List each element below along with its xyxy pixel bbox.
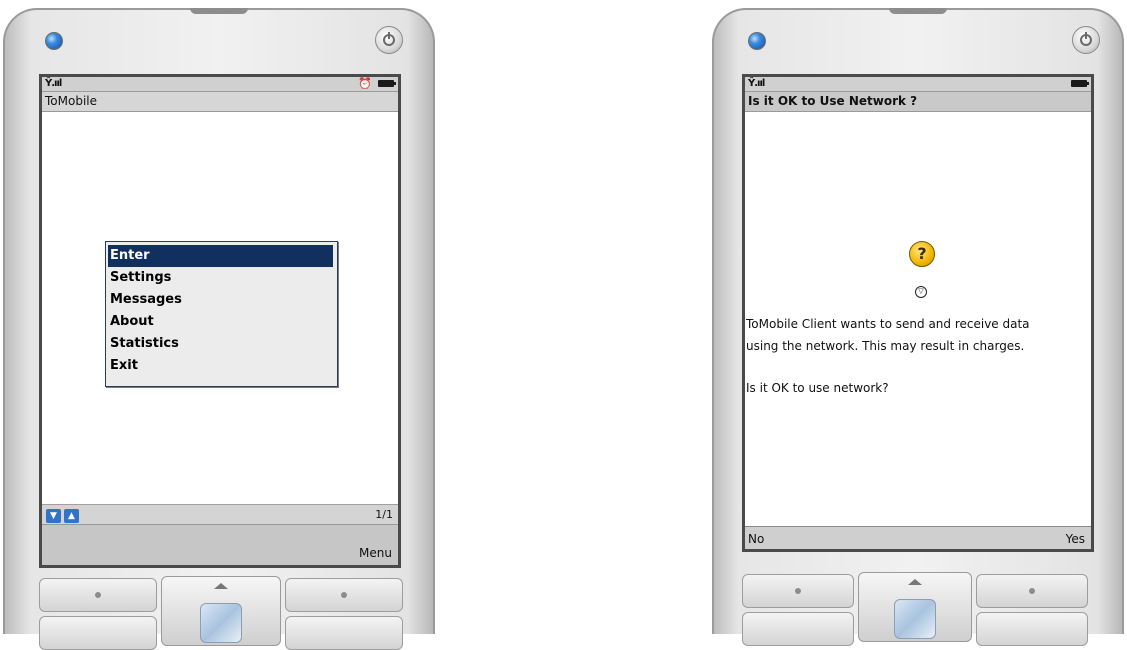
power-icon — [1080, 32, 1092, 46]
softkey-bar: No Yes — [745, 526, 1091, 549]
permission-prompt: Is it OK to use network? — [746, 381, 889, 395]
dialog-title: Is it OK to Use Network ? — [745, 92, 1091, 112]
dpad-select-button[interactable] — [894, 599, 936, 639]
left-soft-button[interactable] — [39, 578, 157, 612]
menu-softkey[interactable]: Menu — [359, 546, 392, 560]
scroll-down-icon[interactable]: ▼ — [46, 509, 61, 523]
menu-item-statistics[interactable]: Statistics — [108, 333, 333, 355]
left-phone: Ŷ.ııl ⏰ ToMobile Enter Settings Messages… — [3, 8, 435, 650]
no-softkey[interactable]: No — [748, 532, 764, 546]
dpad-select-button[interactable] — [200, 603, 242, 643]
scroll-up-icon[interactable]: ▲ — [64, 509, 79, 523]
call-button[interactable] — [39, 616, 157, 650]
dpad-up-icon — [908, 579, 922, 585]
dot-icon — [341, 592, 347, 598]
battery-icon — [378, 80, 396, 87]
menu-item-messages[interactable]: Messages — [108, 289, 333, 311]
end-button[interactable] — [285, 616, 403, 650]
permission-message: ToMobile Client wants to send and receiv… — [746, 313, 1089, 357]
message-line: using the network. This may result in ch… — [746, 339, 1025, 353]
dot-icon — [795, 588, 801, 594]
main-menu: Enter Settings Messages About Statistics… — [105, 241, 338, 387]
camera-icon — [748, 32, 766, 50]
left-screen: Ŷ.ııl ⏰ ToMobile Enter Settings Messages… — [39, 74, 401, 568]
menu-item-about[interactable]: About — [108, 311, 333, 333]
menu-item-exit[interactable]: Exit — [108, 355, 333, 377]
right-phone: Ŷ.ııl Is it OK to Use Network ? ? ▽ ToMo… — [712, 8, 1124, 646]
dpad-up-icon — [214, 583, 228, 589]
navigation-dpad[interactable] — [858, 572, 972, 642]
dot-icon — [95, 592, 101, 598]
app-title: ToMobile — [42, 92, 398, 112]
menu-item-enter[interactable]: Enter — [108, 245, 333, 267]
status-bar: Ŷ.ııl — [745, 77, 1091, 92]
camera-icon — [45, 32, 63, 50]
yes-softkey[interactable]: Yes — [1066, 532, 1085, 546]
page-indicator: 1/1 — [375, 508, 393, 521]
left-soft-button[interactable] — [742, 574, 854, 608]
power-icon — [383, 32, 395, 46]
signal-icon: Ŷ.ııl — [748, 78, 765, 89]
message-line: ToMobile Client wants to send and receiv… — [746, 317, 1030, 331]
right-soft-button[interactable] — [285, 578, 403, 612]
softkey-bar: Menu — [42, 524, 398, 565]
speaker-grille — [190, 8, 248, 14]
power-button[interactable] — [375, 26, 403, 54]
right-screen: Ŷ.ııl Is it OK to Use Network ? ? ▽ ToMo… — [742, 74, 1094, 552]
navigation-dpad[interactable] — [161, 576, 281, 646]
question-icon: ? — [909, 241, 935, 267]
indicator-icon: ▽ — [915, 286, 927, 298]
call-button[interactable] — [742, 612, 854, 646]
signal-icon: Ŷ.ııl — [45, 78, 62, 89]
menu-item-settings[interactable]: Settings — [108, 267, 333, 289]
speaker-grille — [889, 8, 947, 14]
end-button[interactable] — [976, 612, 1088, 646]
power-button[interactable] — [1072, 26, 1100, 54]
alarm-icon: ⏰ — [358, 77, 372, 90]
battery-icon — [1071, 80, 1089, 87]
dot-icon — [1029, 588, 1035, 594]
right-soft-button[interactable] — [976, 574, 1088, 608]
status-bar: Ŷ.ııl ⏰ — [42, 77, 398, 92]
